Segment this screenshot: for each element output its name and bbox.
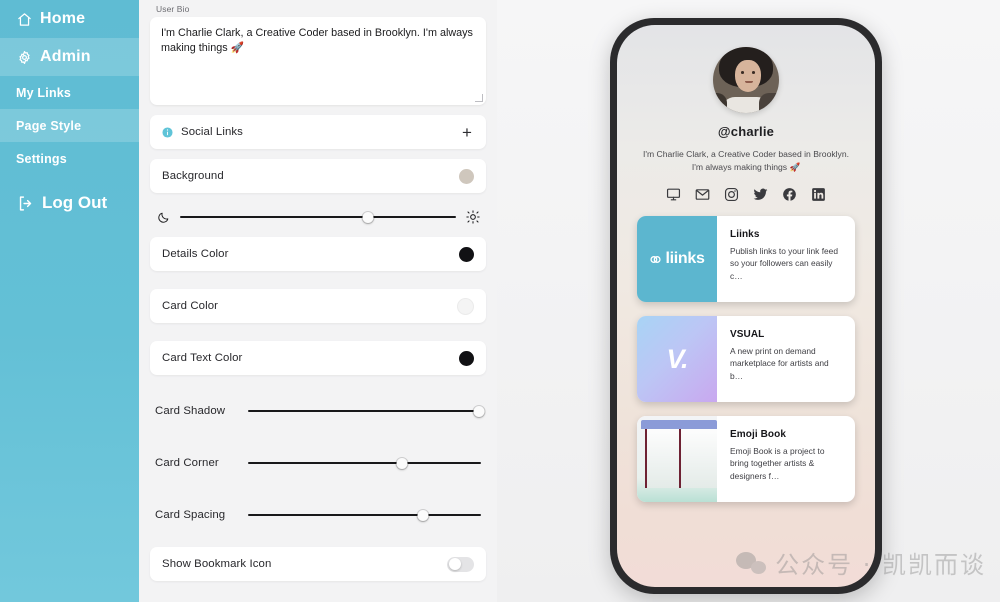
card-color-label: Card Color	[162, 300, 219, 312]
add-social-link-button[interactable]: +	[460, 124, 474, 141]
sun-icon	[465, 210, 481, 224]
link-card-title: Emoji Book	[730, 429, 787, 440]
sidebar-item-label: Admin	[40, 48, 91, 65]
details-color-label: Details Color	[162, 248, 229, 260]
link-card-thumb-text: liinks	[665, 250, 705, 267]
liinks-logo-icon: liinks	[649, 250, 705, 268]
app-root: Home Admin My Links Page Style Settings	[0, 0, 1000, 602]
sidebar: Home Admin My Links Page Style Settings	[0, 0, 139, 602]
background-row[interactable]: Background	[150, 159, 486, 193]
phone-mockup: @charlie I'm Charlie Clark, a Creative C…	[610, 18, 882, 594]
link-card-list: liinks Liinks Publish links to your link…	[635, 216, 857, 502]
show-bookmark-icon-row[interactable]: Show Bookmark Icon	[150, 547, 486, 581]
slider-thumb[interactable]	[417, 509, 429, 521]
link-card-thumbnail: V.	[637, 316, 717, 402]
link-card-title: VSUAL	[730, 329, 765, 340]
sidebar-item-label: My Links	[16, 85, 72, 100]
linkedin-icon[interactable]	[811, 187, 826, 202]
show-bookmark-icon-label: Show Bookmark Icon	[162, 558, 272, 570]
link-card[interactable]: liinks Liinks Publish links to your link…	[637, 216, 855, 302]
link-card-description: A new print on demand marketplace for ar…	[730, 346, 829, 381]
background-label: Background	[162, 170, 224, 182]
details-color-row[interactable]: Details Color	[150, 237, 486, 271]
brightness-slider[interactable]	[180, 211, 456, 223]
card-text-color-swatch[interactable]	[459, 350, 474, 366]
card-shadow-label: Card Shadow	[155, 405, 226, 417]
card-corner-label: Card Corner	[155, 457, 219, 469]
show-bookmark-icon-toggle[interactable]	[447, 556, 474, 572]
slider-track	[248, 461, 481, 465]
sidebar-item-label: Page Style	[16, 118, 82, 133]
link-card-thumbnail	[637, 416, 717, 502]
card-corner-slider[interactable]	[248, 457, 481, 469]
link-card[interactable]: Emoji Book Emoji Book is a project to br…	[637, 416, 855, 502]
sidebar-item-page-style[interactable]: Page Style	[0, 109, 139, 142]
link-card-thumb-text: V.	[666, 343, 688, 374]
details-color-swatch[interactable]	[459, 246, 474, 262]
email-icon[interactable]	[695, 187, 710, 202]
link-card[interactable]: V. VSUAL A new print on demand marketpla…	[637, 316, 855, 402]
resize-grip-icon[interactable]	[475, 94, 483, 102]
background-color-swatch[interactable]	[459, 168, 474, 184]
toggle-knob	[448, 558, 461, 570]
link-card-thumbnail: liinks	[637, 216, 717, 302]
home-icon	[16, 11, 32, 27]
slider-thumb[interactable]	[473, 405, 485, 417]
sidebar-item-my-links[interactable]: My Links	[0, 76, 139, 109]
link-card-description: Publish links to your link feed so your …	[730, 246, 838, 281]
monitor-icon[interactable]	[666, 187, 681, 202]
sidebar-item-label: Home	[40, 10, 86, 27]
slider-track	[248, 513, 481, 517]
slider-thumb[interactable]	[362, 211, 374, 223]
user-bio-value: I'm Charlie Clark, a Creative Coder base…	[161, 27, 473, 54]
card-shadow-slider[interactable]	[248, 405, 485, 417]
profile-bio: I'm Charlie Clark, a Creative Coder base…	[642, 149, 850, 172]
page-style-form: User Bio I'm Charlie Clark, a Creative C…	[139, 0, 497, 602]
logout-label: Log Out	[42, 193, 108, 212]
slider-track	[248, 409, 481, 413]
logout-icon	[16, 194, 34, 212]
social-links-label: Social Links	[181, 126, 243, 138]
info-circle-icon	[162, 126, 173, 138]
logout-button[interactable]: Log Out	[0, 183, 139, 223]
gear-icon	[16, 49, 32, 65]
slider-thumb[interactable]	[396, 457, 408, 469]
twitter-icon[interactable]	[753, 187, 768, 202]
card-color-swatch[interactable]	[457, 297, 474, 315]
card-spacing-slider-row: Card Spacing	[150, 497, 486, 533]
card-spacing-label: Card Spacing	[155, 509, 226, 521]
link-card-description: Emoji Book is a project to bring togethe…	[730, 446, 825, 481]
sidebar-item-admin[interactable]: Admin	[0, 38, 139, 76]
card-color-row[interactable]: Card Color	[150, 289, 486, 323]
social-icon-row	[635, 187, 857, 202]
card-spacing-slider[interactable]	[248, 509, 481, 521]
user-bio-input[interactable]: I'm Charlie Clark, a Creative Coder base…	[150, 17, 486, 105]
profile-handle: @charlie	[717, 124, 775, 139]
facebook-icon[interactable]	[782, 187, 797, 202]
card-corner-slider-row: Card Corner	[150, 445, 486, 481]
brightness-slider-row	[150, 199, 486, 235]
phone-screen: @charlie I'm Charlie Clark, a Creative C…	[617, 25, 875, 587]
user-bio-label: User Bio	[156, 4, 190, 14]
card-text-color-row[interactable]: Card Text Color	[150, 341, 486, 375]
preview-panel: @charlie I'm Charlie Clark, a Creative C…	[497, 0, 1000, 602]
social-links-row[interactable]: Social Links +	[150, 115, 486, 149]
card-shadow-slider-row: Card Shadow	[150, 393, 486, 429]
slider-track	[180, 215, 456, 219]
sidebar-item-settings[interactable]: Settings	[0, 142, 139, 175]
link-card-title: Liinks	[730, 229, 760, 240]
avatar	[713, 47, 779, 113]
instagram-icon[interactable]	[724, 187, 739, 202]
card-text-color-label: Card Text Color	[162, 352, 243, 364]
sidebar-item-label: Settings	[16, 151, 67, 166]
sidebar-item-home[interactable]: Home	[0, 0, 139, 38]
moon-icon	[155, 211, 171, 224]
